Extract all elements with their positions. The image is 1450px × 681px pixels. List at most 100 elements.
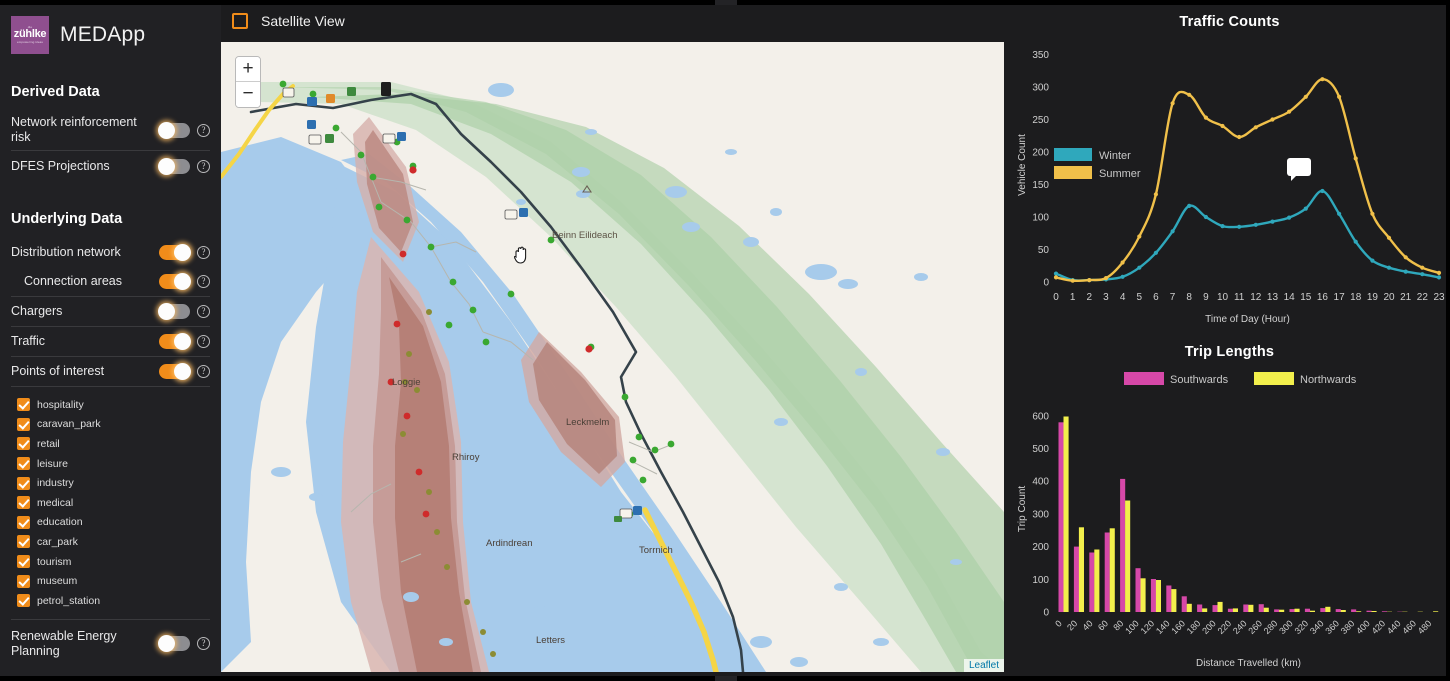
svg-text:0: 0 [1043,278,1049,289]
zoom-out-button[interactable]: − [236,82,260,107]
toggle-row-points-of-interest[interactable]: Points of interest ? [11,357,210,387]
svg-text:Distance Travelled (km): Distance Travelled (km) [1196,658,1301,669]
list-item[interactable]: petrol_station [17,591,210,611]
svg-text:100: 100 [1032,213,1049,224]
checkbox-icon[interactable] [17,574,30,588]
list-item[interactable]: tourism [17,552,210,572]
map-canvas [221,42,1004,672]
window-top-notch [715,0,737,5]
leaflet-attribution[interactable]: Leaflet [963,659,1004,672]
svg-text:14: 14 [1284,292,1296,303]
checkbox-icon[interactable] [17,476,30,490]
svg-text:460: 460 [1400,618,1418,636]
svg-text:320: 320 [1293,618,1311,636]
checkbox-icon[interactable] [17,594,30,608]
traffic-counts-chart: Traffic Counts 0 50 100 150 200 250 300 350 0 1 2 3… [1009,0,1450,340]
svg-text:17: 17 [1334,292,1346,303]
svg-text:23: 23 [1433,292,1445,303]
logo-main-text: zühlke [13,28,47,40]
svg-text:420: 420 [1370,618,1388,636]
help-icon[interactable]: ? [197,335,210,348]
checkbox-icon[interactable] [17,437,30,451]
map-toolbar: Satellite View [221,0,1009,42]
svg-text:240: 240 [1231,618,1249,636]
poi-label: petrol_station [37,594,101,607]
svg-text:340: 340 [1308,618,1326,636]
chart-annotation-tooltip-icon[interactable] [1287,158,1311,181]
zoom-in-button[interactable]: + [236,57,260,82]
svg-text:260: 260 [1246,618,1264,636]
list-item[interactable]: hospitality [17,395,210,415]
svg-text:180: 180 [1185,618,1203,636]
toggle-switch-traffic[interactable] [159,333,191,350]
checkbox-icon[interactable] [17,496,30,510]
toggle-switch-connection-areas[interactable] [159,273,191,290]
svg-text:19: 19 [1367,292,1379,303]
toggle-switch-distribution-network[interactable] [159,243,191,261]
list-item[interactable]: medical [17,493,210,513]
svg-text:18: 18 [1350,292,1362,303]
checkbox-icon[interactable] [17,555,30,569]
list-item[interactable]: retail [17,434,210,454]
list-item[interactable]: education [17,513,210,533]
help-icon[interactable]: ? [197,275,210,288]
help-icon[interactable]: ? [197,159,210,173]
brand-header: die zühlke empowering ideas MEDApp [11,0,210,64]
help-icon[interactable]: ? [197,305,210,318]
toggle-switch-network-reinforcement-risk[interactable] [158,121,190,139]
svg-text:160: 160 [1169,618,1187,636]
toggle-row-distribution-network[interactable]: Distribution network ? [11,237,210,267]
toggle-label: Points of interest [11,364,105,378]
svg-text:20: 20 [1383,292,1395,303]
poi-label: car_park [37,535,78,548]
toggle-switch-renewable-energy-planning[interactable] [158,635,190,653]
checkbox-icon[interactable] [17,398,30,412]
leaflet-map[interactable]: Beinn Eilideach Loggie Rhiroy Leckmelm A… [221,42,1004,672]
help-icon[interactable]: ? [197,637,210,651]
svg-text:300: 300 [1277,618,1295,636]
svg-text:300: 300 [1032,83,1049,94]
toggle-switch-points-of-interest[interactable] [159,363,191,380]
toggle-row-dfes-projections[interactable]: DFES Projections ? [11,151,210,181]
poi-label: museum [37,575,78,588]
toggle-label: Network reinforcement risk [11,115,137,144]
svg-text:280: 280 [1262,618,1280,636]
poi-label: education [37,516,83,529]
svg-text:15: 15 [1300,292,1312,303]
svg-text:100: 100 [1123,618,1141,636]
toggle-row-connection-areas[interactable]: Connection areas ? [11,267,210,297]
toggle-row-network-reinforcement-risk[interactable]: Network reinforcement risk ? [11,110,210,151]
charts-panel: Traffic Counts 0 50 100 150 200 250 300 350 0 1 2 3… [1009,0,1450,681]
checkbox-icon[interactable] [17,457,30,471]
toggle-switch-dfes-projections[interactable] [158,157,190,175]
checkbox-icon[interactable] [17,515,30,529]
satellite-view-checkbox[interactable] [232,13,248,29]
map-column: Satellite View Beinn Eilideach Loggie Rh… [221,0,1009,681]
checkbox-icon[interactable] [17,417,30,431]
window-bottom-notch [715,676,737,681]
sidebar: die zühlke empowering ideas MEDApp Deriv… [0,0,221,681]
help-icon[interactable]: ? [197,245,210,259]
list-item[interactable]: car_park [17,532,210,552]
toggle-label: Renewable Energy Planning [11,628,117,658]
svg-text:9: 9 [1203,292,1209,303]
svg-text:6: 6 [1153,292,1159,303]
toggle-row-renewable-energy-planning[interactable]: Renewable Energy Planning ? [11,624,210,664]
toggle-switch-chargers[interactable] [158,303,190,320]
toggle-row-traffic[interactable]: Traffic ? [11,327,210,357]
list-item[interactable]: leisure [17,454,210,474]
toggle-knob [174,333,191,350]
svg-text:Northwards: Northwards [1300,374,1357,386]
list-item[interactable]: caravan_park [17,415,210,435]
help-icon[interactable]: ? [197,123,210,137]
map-zoom-controls[interactable]: + − [235,56,261,108]
help-icon[interactable]: ? [197,365,210,378]
checkbox-icon[interactable] [17,535,30,549]
toggle-label: Chargers [11,304,63,318]
trip-lengths-plot: 01002003004005006000 20 40 60 80100120140160… [1017,372,1439,669]
section-title-underlying-data: Underlying Data [11,211,123,227]
svg-text:21: 21 [1400,292,1412,303]
list-item[interactable]: industry [17,473,210,493]
list-item[interactable]: museum [17,571,210,591]
toggle-row-chargers[interactable]: Chargers ? [11,297,210,327]
